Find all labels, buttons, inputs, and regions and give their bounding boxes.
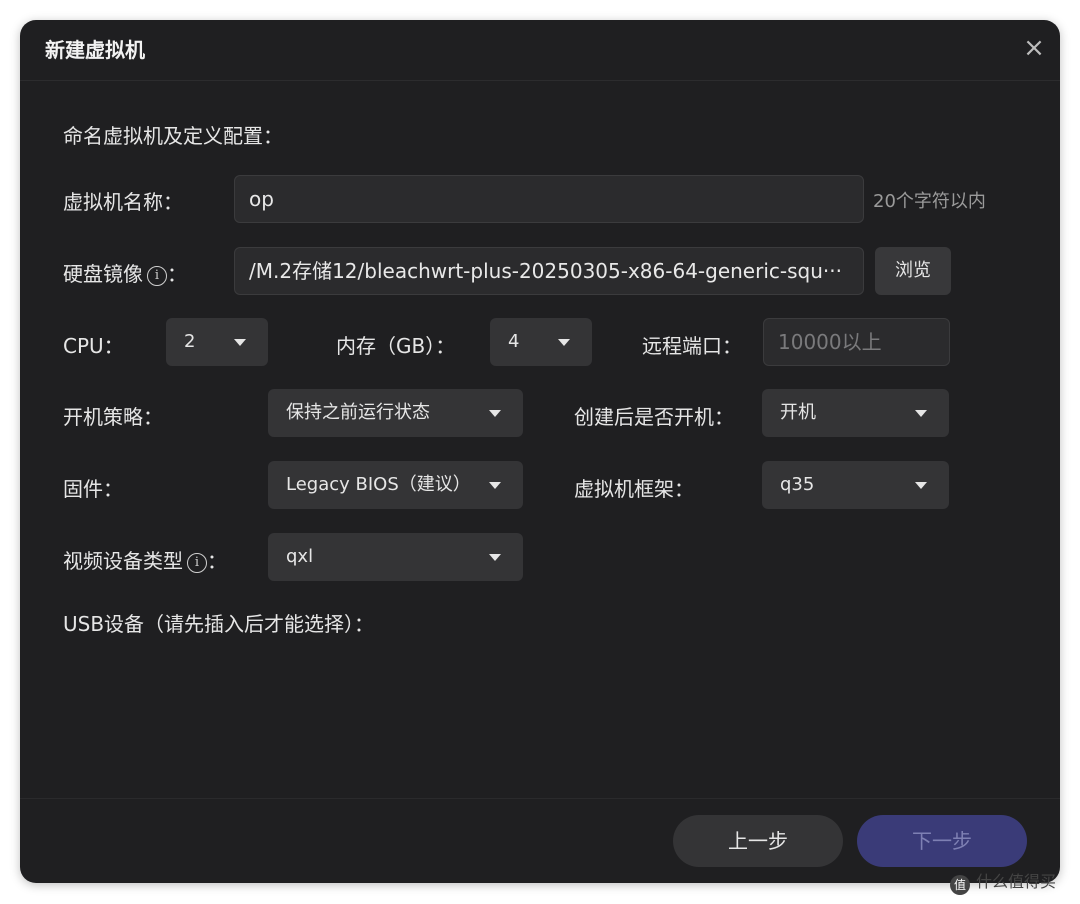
machine-type-select-value: q35 bbox=[780, 474, 815, 495]
disk-image-label-text: 硬盘镜像 bbox=[63, 262, 143, 286]
close-icon[interactable]: × bbox=[1020, 34, 1048, 62]
new-vm-dialog: 新建虚拟机 × 命名虚拟机及定义配置： 虚拟机名称： op 20个字符以内 硬盘… bbox=[20, 20, 1060, 883]
cpu-select[interactable]: 2 bbox=[166, 318, 268, 366]
dialog-footer: 上一步 下一步 bbox=[20, 798, 1060, 883]
power-on-after-create-label: 创建后是否开机： bbox=[574, 405, 734, 429]
video-device-select[interactable]: qxl bbox=[268, 533, 523, 581]
watermark-logo-icon: 值 bbox=[950, 875, 970, 895]
cpu-select-value: 2 bbox=[184, 331, 196, 352]
video-device-label-text: 视频设备类型 bbox=[63, 549, 183, 573]
vm-name-input[interactable]: op bbox=[234, 175, 864, 223]
video-device-select-value: qxl bbox=[286, 546, 314, 567]
chevron-down-icon bbox=[558, 339, 570, 346]
prev-step-button[interactable]: 上一步 bbox=[673, 815, 843, 867]
power-policy-select-value: 保持之前运行状态 bbox=[286, 402, 430, 423]
memory-select[interactable]: 4 bbox=[490, 318, 592, 366]
chevron-down-icon bbox=[489, 554, 501, 561]
chevron-down-icon bbox=[915, 410, 927, 417]
remote-port-label: 远程端口： bbox=[642, 334, 742, 358]
disk-image-label-colon: ： bbox=[167, 262, 187, 286]
memory-select-value: 4 bbox=[508, 331, 520, 352]
power-policy-select[interactable]: 保持之前运行状态 bbox=[268, 389, 523, 437]
section-heading: 命名虚拟机及定义配置： bbox=[63, 124, 283, 148]
chevron-down-icon bbox=[915, 482, 927, 489]
video-device-label: 视频设备类型 i： bbox=[63, 545, 227, 574]
firmware-label: 固件： bbox=[63, 477, 123, 501]
machine-type-label: 虚拟机框架： bbox=[574, 477, 694, 501]
firmware-select-value: Legacy BIOS（建议） bbox=[286, 474, 471, 495]
usb-label: USB设备（请先插入后才能选择）： bbox=[63, 612, 375, 636]
firmware-select[interactable]: Legacy BIOS（建议） bbox=[268, 461, 523, 509]
browse-button[interactable]: 浏览 bbox=[875, 247, 951, 295]
info-icon[interactable]: i bbox=[187, 553, 207, 573]
machine-type-select[interactable]: q35 bbox=[762, 461, 949, 509]
cpu-label: CPU： bbox=[63, 334, 124, 358]
dialog-title: 新建虚拟机 bbox=[45, 38, 145, 62]
vm-name-hint: 20个字符以内 bbox=[873, 191, 986, 212]
power-policy-label: 开机策略： bbox=[63, 405, 163, 429]
power-on-after-create-select[interactable]: 开机 bbox=[762, 389, 949, 437]
next-step-button[interactable]: 下一步 bbox=[857, 815, 1027, 867]
dialog-titlebar: 新建虚拟机 × bbox=[20, 20, 1060, 81]
disk-image-label: 硬盘镜像 i： bbox=[63, 258, 187, 287]
watermark: 值什么值得买 bbox=[950, 868, 1056, 895]
chevron-down-icon bbox=[489, 410, 501, 417]
disk-image-path-input[interactable]: /M.2存储12/bleachwrt-plus-20250305-x86-64-… bbox=[234, 247, 864, 295]
watermark-text: 什么值得买 bbox=[976, 872, 1057, 891]
memory-label: 内存（GB）： bbox=[336, 334, 456, 358]
chevron-down-icon bbox=[234, 339, 246, 346]
vm-name-label: 虚拟机名称： bbox=[63, 190, 183, 214]
info-icon[interactable]: i bbox=[147, 266, 167, 286]
video-device-label-colon: ： bbox=[207, 549, 227, 573]
remote-port-input[interactable]: 10000以上 bbox=[763, 318, 950, 366]
chevron-down-icon bbox=[489, 482, 501, 489]
power-on-after-create-select-value: 开机 bbox=[780, 402, 816, 423]
